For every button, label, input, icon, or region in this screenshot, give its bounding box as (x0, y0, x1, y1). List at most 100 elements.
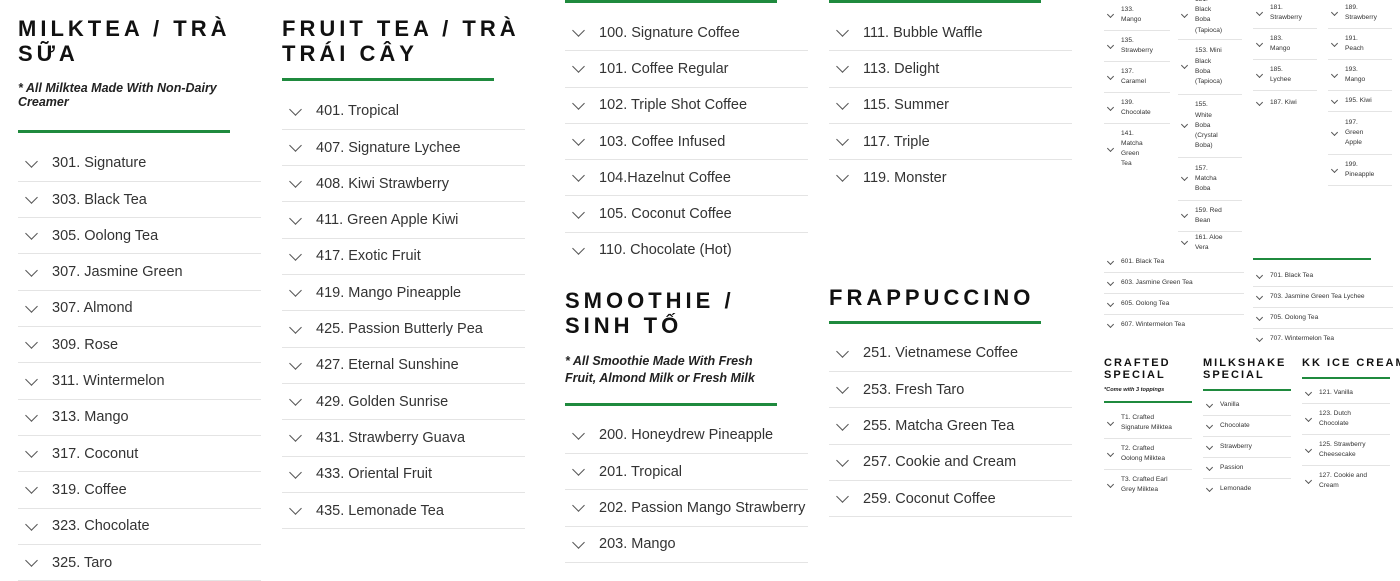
list-item[interactable]: Lemonade (1203, 479, 1291, 499)
list-item[interactable]: 193. Mango (1328, 60, 1392, 91)
list-item[interactable]: 431. Strawberry Guava (282, 420, 525, 457)
list-item[interactable]: 133. Mango (1104, 0, 1170, 31)
chevron-down-icon (572, 24, 585, 38)
list-item[interactable]: Passion (1203, 458, 1291, 480)
smoothie-divider (565, 402, 777, 406)
small-column-a: 133. Mango 135. Strawberry 137. Caramel … (1104, 0, 1170, 174)
list-item[interactable]: 201. Tropical (565, 454, 808, 491)
list-item[interactable]: 401. Tropical (282, 94, 525, 130)
list-item[interactable]: 111. Bubble Waffle (829, 15, 1072, 52)
list-item[interactable]: 603. Jasmine Green Tea (1104, 273, 1244, 294)
list-item[interactable]: 155. White Boba (Crystal Boba) (1178, 95, 1242, 158)
list-item[interactable]: 703. Jasmine Green Tea Lychee (1253, 287, 1393, 308)
list-item[interactable]: 202. Passion Mango Strawberry (565, 490, 808, 527)
list-item[interactable]: 433. Oriental Fruit (282, 457, 525, 493)
list-item[interactable]: 183. Mango (1253, 29, 1317, 60)
list-item[interactable]: T1. Crafted Signature Milktea (1104, 408, 1192, 440)
list-item[interactable]: 305. Oolong Tea (18, 218, 261, 255)
list-item[interactable]: 181. Strawberry (1253, 0, 1317, 29)
chevron-down-icon (1106, 257, 1115, 265)
chevron-down-icon (25, 445, 38, 458)
list-item[interactable]: 307. Jasmine Green (18, 254, 261, 291)
list-item[interactable]: 323. Chocolate (18, 509, 261, 545)
chevron-down-icon (1106, 278, 1115, 286)
list-item[interactable]: 411. Green Apple Kiwi (282, 202, 525, 239)
list-item[interactable]: 429. Golden Sunrise (282, 384, 525, 421)
list-item[interactable]: 601. Black Tea (1104, 252, 1244, 273)
list-item[interactable]: 407. Signature Lychee (282, 130, 525, 167)
list-item[interactable]: 199. Pineapple (1328, 155, 1392, 186)
list-item[interactable]: 137. Caramel (1104, 62, 1170, 93)
list-item[interactable]: 408. Kiwi Strawberry (282, 166, 525, 203)
list-item[interactable]: 200. Honeydrew Pineapple (565, 418, 808, 454)
list-item[interactable]: 251. Vietnamese Coffee (829, 336, 1072, 373)
list-item[interactable]: 427. Eternal Sunshine (282, 348, 525, 384)
list-item[interactable]: 103. Coffee Infused (565, 124, 808, 161)
list-item[interactable]: 159. Red Bean (1178, 201, 1242, 232)
list-item[interactable]: 705. Oolong Tea (1253, 308, 1393, 329)
list-item[interactable]: 325. Taro (18, 545, 261, 581)
list-item[interactable]: 127. Cookie and Cream (1302, 466, 1390, 496)
list-item[interactable]: 101. Coffee Regular (565, 51, 808, 88)
list-item[interactable]: 257. Cookie and Cream (829, 445, 1072, 481)
list-item[interactable]: 203. Mango (565, 527, 808, 563)
list-item[interactable]: 105. Coconut Coffee (565, 196, 808, 233)
list-item[interactable]: 309. Rose (18, 327, 261, 364)
list-item[interactable]: 319. Coffee (18, 472, 261, 509)
list-item[interactable]: 119. Monster (829, 160, 1072, 195)
list-item[interactable]: 607. Wintermelon Tea (1104, 315, 1244, 335)
list-item[interactable]: 197. Green Apple (1328, 112, 1392, 155)
list-item[interactable]: 195. Kiwi (1328, 91, 1392, 112)
list-item[interactable]: 185. Lychee (1253, 60, 1317, 91)
list-item[interactable]: 317. Coconut (18, 436, 261, 473)
list-item[interactable]: 161. Aloe Vera (1178, 232, 1242, 254)
smoothie-heading: SMOOTHIE / SINH TỐ (565, 288, 735, 339)
list-item[interactable]: 311. Wintermelon (18, 363, 261, 400)
list-item[interactable]: 125. Strawberry Cheesecake (1302, 435, 1390, 467)
list-item[interactable]: 707. Wintermelon Tea (1253, 329, 1393, 349)
list-item[interactable]: 419. Mango Pineapple (282, 275, 525, 312)
list-item[interactable]: 191. Peach (1328, 29, 1392, 60)
list-item[interactable]: 307. Almond (18, 291, 261, 328)
list-item[interactable]: 425. Passion Butterly Pea (282, 311, 525, 348)
list-item[interactable]: 110. Chocolate (Hot) (565, 233, 808, 268)
list-item[interactable]: 102. Triple Shot Coffee (565, 88, 808, 124)
list-item[interactable]: 253. Fresh Taro (829, 372, 1072, 409)
list-item[interactable]: Strawberry (1203, 437, 1291, 459)
list-item[interactable]: 135. Strawberry (1104, 31, 1170, 62)
list-item[interactable]: 189. Strawberry (1328, 0, 1392, 29)
list-item[interactable]: Vanilla (1203, 395, 1291, 417)
list-item[interactable]: 435. Lemonade Tea (282, 493, 525, 530)
list-item[interactable]: 301. Signature (18, 146, 261, 182)
milktea-list: 301. Signature 303. Black Tea 305. Oolon… (18, 146, 261, 581)
list-item[interactable]: 151. Black Boba (Tapioca) (1178, 0, 1242, 40)
list-item[interactable]: 139. Chocolate (1104, 93, 1170, 124)
list-item[interactable]: 303. Black Tea (18, 182, 261, 219)
list-item[interactable]: 417. Exotic Fruit (282, 239, 525, 276)
fruit-tea-heading: FRUIT TEA / TRÀ TRÁI CÂY (282, 16, 520, 67)
chevron-down-icon (836, 490, 849, 503)
list-item[interactable]: 157. Matcha Boba (1178, 158, 1242, 201)
list-item[interactable]: 255. Matcha Green Tea (829, 408, 1072, 445)
list-item[interactable]: 117. Triple (829, 124, 1072, 161)
list-item[interactable]: Chocolate (1203, 416, 1291, 438)
list-item[interactable]: 153. Mini Black Boba (Tapioca) (1178, 40, 1242, 95)
list-item[interactable]: T3. Crafted Earl Grey Milktea (1104, 470, 1192, 500)
smoothie-list: 200. Honeydrew Pineapple 201. Tropical 2… (565, 418, 808, 563)
list-item[interactable]: 141. Matcha Green Tea (1104, 124, 1170, 174)
list-item[interactable]: 259. Coconut Coffee (829, 481, 1072, 518)
list-item[interactable]: 100. Signature Coffee (565, 15, 808, 52)
list-item[interactable]: 701. Black Tea (1253, 266, 1393, 287)
list-item[interactable]: 104.Hazelnut Coffee (565, 160, 808, 197)
chevron-down-icon (1205, 463, 1214, 471)
list-item[interactable]: 313. Mango (18, 400, 261, 436)
list-item[interactable]: 605. Oolong Tea (1104, 294, 1244, 315)
list-item[interactable]: 123. Dutch Chocolate (1302, 404, 1390, 436)
list-item[interactable]: 187. Kiwi (1253, 91, 1317, 115)
list-item[interactable]: T2. Crafted Oolong Milktea (1104, 439, 1192, 471)
chevron-down-icon (1180, 10, 1189, 18)
list-item[interactable]: 121. Vanilla (1302, 383, 1390, 405)
list-item[interactable]: 115. Summer (829, 88, 1072, 124)
crafted-divider (1104, 401, 1192, 404)
list-item[interactable]: 113. Delight (829, 51, 1072, 88)
